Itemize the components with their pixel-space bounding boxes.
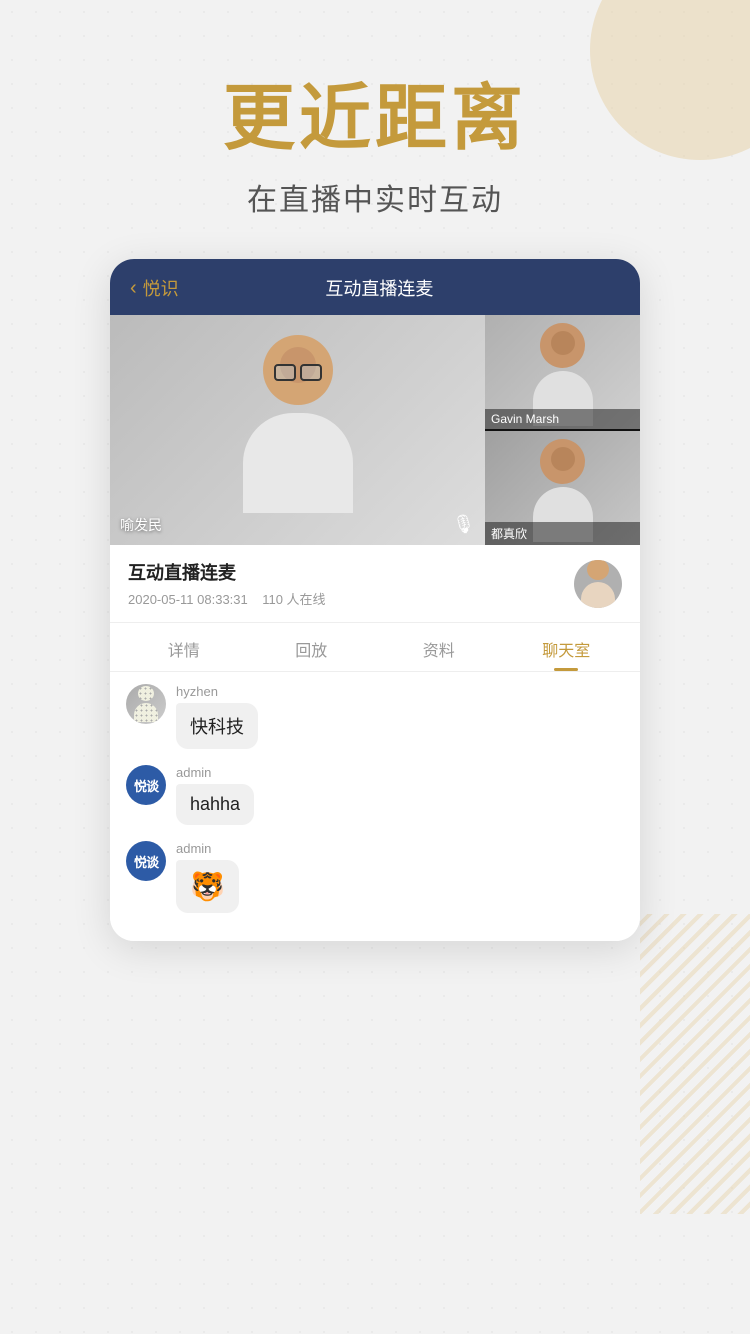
- app-header: ‹ 悦识 互动直播连麦: [110, 259, 640, 315]
- chat-message-1: hyzhen 快科技: [126, 684, 624, 749]
- info-date: 2020-05-11 08:33:31: [128, 592, 248, 607]
- tab-replay[interactable]: 回放: [248, 623, 376, 671]
- chat-avatar-3: 悦谈: [126, 841, 166, 881]
- user1-person: [132, 686, 160, 722]
- tab-chat[interactable]: 聊天室: [503, 623, 631, 671]
- hero-section: 更近距离 在直播中实时互动: [0, 0, 750, 259]
- side-speaker-1-label: Gavin Marsh: [485, 409, 640, 429]
- main-speaker-label: 喻发民: [120, 515, 162, 535]
- back-label: 悦识: [143, 275, 179, 301]
- info-text: 互动直播连麦 2020-05-11 08:33:31 110 人在线: [128, 559, 574, 608]
- side-speaker-2-label: 都真欣: [485, 522, 640, 545]
- chat-bubble-3: 🐯: [176, 860, 239, 913]
- yuetalk-logo: 悦谈: [134, 776, 158, 795]
- mic-icon: 🎙: [452, 514, 475, 535]
- tab-materials[interactable]: 资料: [375, 623, 503, 671]
- chat-content-1: hyzhen 快科技: [176, 684, 624, 749]
- side-video-2: 都真欣: [485, 431, 640, 545]
- back-button[interactable]: ‹ 悦识: [130, 275, 179, 301]
- chat-message-3: 悦谈 admin 🐯: [126, 841, 624, 913]
- chat-bubble-2: hahha: [176, 784, 254, 825]
- user1-head: [138, 686, 154, 701]
- main-person-body: [243, 413, 353, 513]
- chat-username-1: hyzhen: [176, 684, 624, 699]
- info-row: 互动直播连麦 2020-05-11 08:33:31 110 人在线: [110, 545, 640, 623]
- chat-avatar-2: 悦谈: [126, 765, 166, 805]
- host-avatar-head: [587, 560, 609, 580]
- host-avatar-inner: [581, 560, 615, 608]
- bg-decoration-stripe: [640, 914, 750, 1214]
- app-mockup-card: ‹ 悦识 互动直播连麦 喻发民 🎙: [110, 259, 640, 941]
- app-header-title: 互动直播连麦: [199, 275, 560, 301]
- chat-username-3: admin: [176, 841, 624, 856]
- main-person-head: [263, 335, 333, 405]
- tab-bar: 详情 回放 资料 聊天室: [110, 623, 640, 672]
- side-person-2-head: [540, 439, 585, 484]
- hero-subtitle: 在直播中实时互动: [0, 175, 750, 219]
- host-avatar: [574, 560, 622, 608]
- main-person: [233, 335, 363, 525]
- chat-area: hyzhen 快科技 悦谈 admin hahha 悦谈 admin 🐯: [110, 672, 640, 941]
- chat-username-2: admin: [176, 765, 624, 780]
- glasses-icon: [273, 365, 323, 379]
- info-online: 110 人在线: [262, 592, 325, 607]
- hero-title: 更近距离: [0, 80, 750, 159]
- info-title: 互动直播连麦: [128, 559, 574, 585]
- chat-bubble-1: 快科技: [176, 703, 258, 749]
- info-meta: 2020-05-11 08:33:31 110 人在线: [128, 589, 574, 608]
- video-side: Gavin Marsh 都真欣: [485, 315, 640, 545]
- yuetalk-logo-2: 悦谈: [134, 852, 158, 871]
- chat-message-2: 悦谈 admin hahha: [126, 765, 624, 825]
- main-speaker-video: [110, 315, 485, 545]
- tab-details[interactable]: 详情: [120, 623, 248, 671]
- chat-content-2: admin hahha: [176, 765, 624, 825]
- side-video-1: Gavin Marsh: [485, 315, 640, 429]
- video-main: 喻发民 🎙: [110, 315, 485, 545]
- chat-avatar-1: [126, 684, 166, 724]
- chat-content-3: admin 🐯: [176, 841, 624, 913]
- side-person-1-head: [540, 323, 585, 368]
- video-grid: 喻发民 🎙 Gavin Marsh 都真欣: [110, 315, 640, 545]
- back-chevron-icon: ‹: [130, 277, 137, 300]
- host-avatar-body: [581, 582, 615, 608]
- user1-body: [134, 703, 158, 722]
